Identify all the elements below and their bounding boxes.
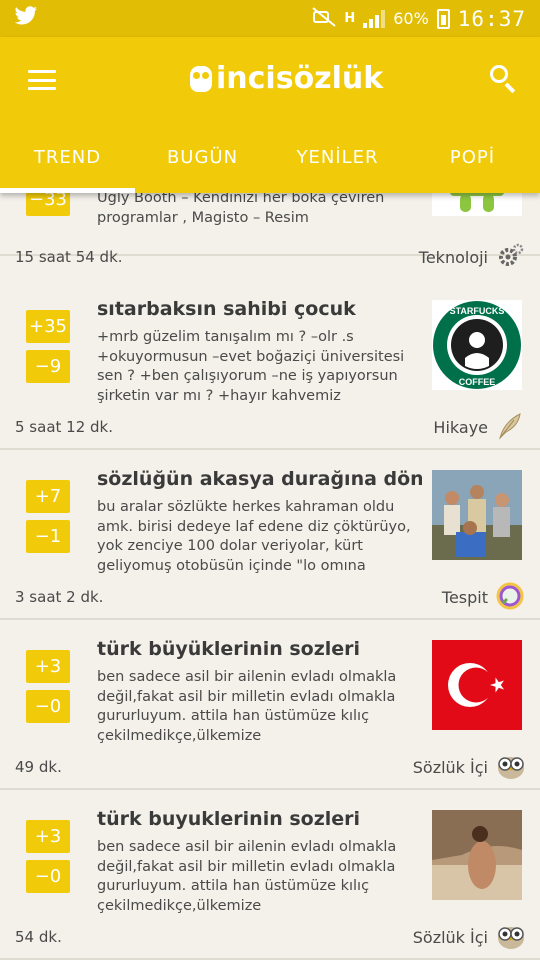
upvote-button[interactable]: +35 [26,310,70,343]
upvote-button[interactable]: +7 [26,480,70,513]
search-icon[interactable] [490,65,516,94]
post-thumbnail[interactable] [432,193,522,216]
tab-popi[interactable]: POPİ [405,135,540,193]
post-title[interactable]: sıtarbaksın sahibi çocuk [97,298,422,320]
post-excerpt: Ugly Booth – Kendinizi her boka çeviren … [97,193,385,226]
post-title[interactable]: sözlüğün akasya durağına dönmesi [97,468,422,490]
post-thumbnail[interactable] [432,810,522,900]
post-excerpt: +mrb güzelim tanışalım mı ? –olr .s +oku… [97,329,405,404]
svg-text:STARFUCKS: STARFUCKS [450,306,505,316]
logo-text: incisözlük [216,61,384,96]
upvote-button[interactable]: −33 [26,193,70,216]
tab-bar: TREND BUGÜN YENİLER POPİ [0,135,540,193]
post-category[interactable]: Teknoloji [419,248,488,267]
battery-level: 60% [393,9,429,28]
signal-icon [363,9,386,28]
post-excerpt: ben sadece asil bir ailenin evladı olmak… [97,669,397,748]
owl-icon [496,922,524,950]
post-thumbnail[interactable]: STARFUCKS COFFEE [432,300,522,390]
post-card[interactable]: −33 Ugly Booth – Kendinizi her boka çevi… [0,193,540,267]
post-thumbnail[interactable] [432,640,522,730]
clock: 16:37 [457,6,526,31]
post-thumbnail[interactable] [432,470,522,560]
post-category[interactable]: Hikaye [433,418,488,437]
post-category[interactable]: Sözlük İçi [413,928,488,947]
post-time: 5 saat 12 dk. [15,418,113,436]
tab-trend[interactable]: TREND [0,135,135,193]
post-time: 15 saat 54 dk. [15,248,123,266]
downvote-button[interactable]: −0 [26,690,70,723]
tab-bugun[interactable]: BUGÜN [135,135,270,193]
downvote-button[interactable]: −0 [26,860,70,893]
upvote-button[interactable]: +3 [26,820,70,853]
mute-icon [312,6,336,31]
gear-icon [496,242,524,270]
quill-icon [496,412,524,440]
post-excerpt: bu aralar sözlükte herkes kahraman oldu … [97,499,411,574]
post-card[interactable]: +7 −1 sözlüğün akasya durağına dönmesi b… [0,450,540,620]
status-bar: H 60% 16:37 [0,0,540,37]
menu-icon[interactable] [28,70,56,90]
app-bar: incisözlük TREND BUGÜN YENİLER POPİ [0,37,540,193]
post-card[interactable]: +3 −0 türk büyüklerinin sozleri ben sade… [0,620,540,790]
post-time: 49 dk. [15,758,62,776]
post-category[interactable]: Sözlük İçi [413,758,488,777]
post-category[interactable]: Tespit [442,588,488,607]
downvote-button[interactable]: −9 [26,350,70,383]
svg-text:COFFEE: COFFEE [459,377,496,387]
post-time: 3 saat 2 dk. [15,588,104,606]
magnifier-icon [496,582,524,610]
post-card[interactable]: +35 −9 sıtarbaksın sahibi çocuk +mrb güz… [0,280,540,450]
post-time: 54 dk. [15,928,62,946]
post-feed[interactable]: −33 Ugly Booth – Kendinizi her boka çevi… [0,193,540,960]
upvote-button[interactable]: +3 [26,650,70,683]
battery-icon [436,8,450,29]
post-excerpt: ben sadece asil bir ailenin evladı olmak… [97,839,397,918]
post-title[interactable]: türk buyuklerinin sozleri [97,808,422,830]
owl-icon [496,752,524,780]
twitter-icon [14,6,38,31]
downvote-button[interactable]: −1 [26,520,70,553]
owl-icon [190,65,212,92]
post-card[interactable]: +3 −0 türk buyuklerinin sozleri ben sade… [0,790,540,960]
tab-yeniler[interactable]: YENİLER [270,135,405,193]
app-logo: incisözlük [190,61,383,96]
post-title[interactable]: türk büyüklerinin sozleri [97,638,422,660]
network-type: H [344,11,356,26]
